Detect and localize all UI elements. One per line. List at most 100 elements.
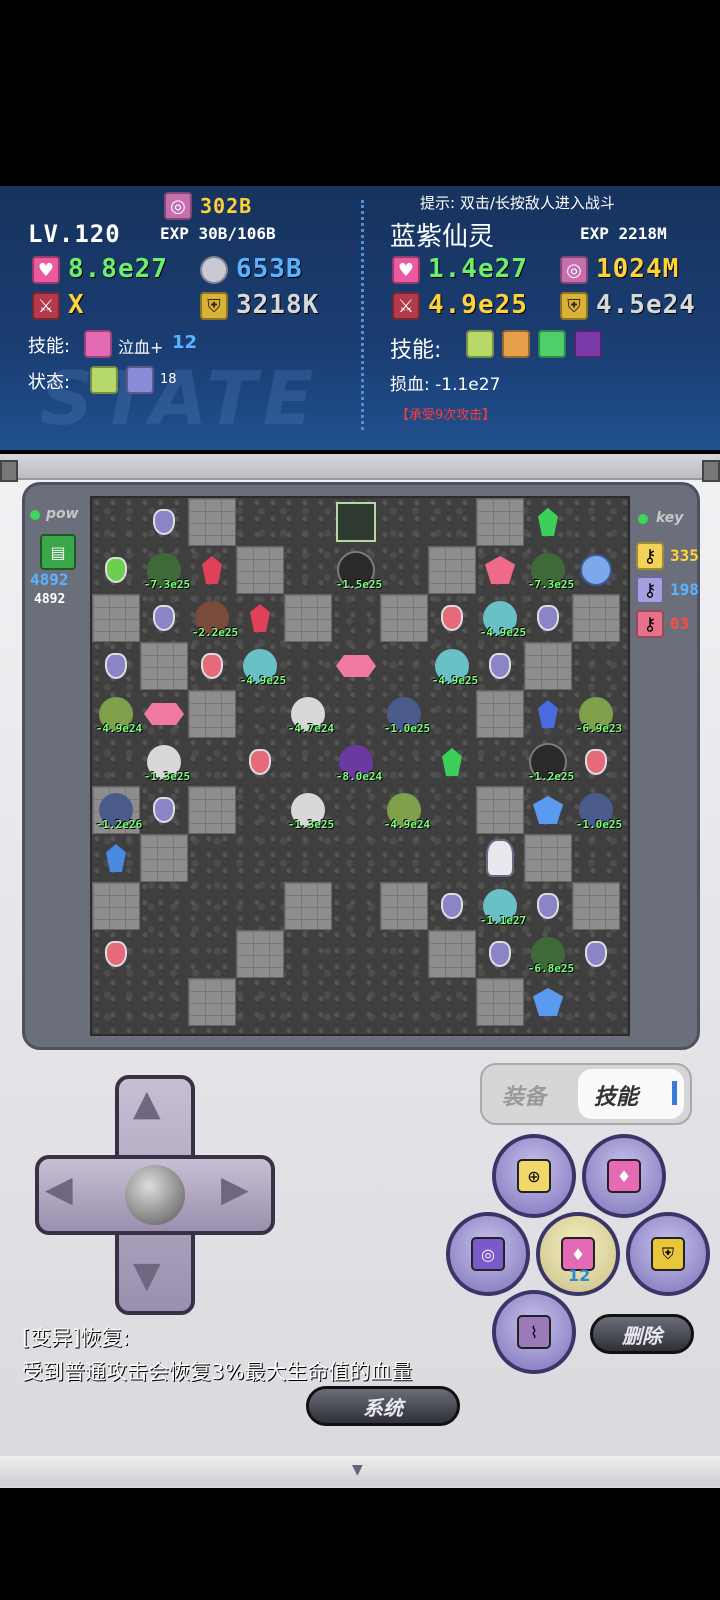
blue-gem[interactable] xyxy=(524,690,572,738)
monster[interactable]: -1.0e25 xyxy=(380,690,430,738)
green-gem[interactable] xyxy=(428,738,476,786)
monster[interactable]: -4.9e25 xyxy=(476,594,526,642)
delete-button[interactable]: 删除 xyxy=(590,1314,694,1354)
tab-equipment[interactable]: 装备 xyxy=(502,1079,546,1111)
potion-item[interactable] xyxy=(92,546,140,594)
battle-hint: 提示: 双击/长按敌人进入战斗 xyxy=(420,194,615,212)
monster[interactable]: -1.0e25 xyxy=(572,786,622,834)
dpad-left-button[interactable]: ◀ xyxy=(45,1169,73,1210)
potion-item[interactable] xyxy=(572,930,620,978)
skill-button-bleed-active[interactable]: ♦ 12 xyxy=(536,1212,620,1296)
red-gem[interactable] xyxy=(236,594,284,642)
potion-item[interactable] xyxy=(524,594,572,642)
status-curse-icon xyxy=(126,366,154,394)
enemy-skill-apple-icon xyxy=(502,330,530,358)
monster-damage-label: -1.2e25 xyxy=(527,770,575,783)
potion-item[interactable] xyxy=(236,738,284,786)
hero-skill-name: 泣血+ xyxy=(118,338,164,357)
enemy-damage-label: 损血: xyxy=(390,375,436,395)
enemy-attack-icon: ⚔ xyxy=(392,292,420,320)
monster[interactable]: -1.2e25 xyxy=(524,738,574,786)
potion-item[interactable] xyxy=(428,594,476,642)
wall-tile xyxy=(572,594,620,642)
skill-button-vortex[interactable]: ◎ xyxy=(446,1212,530,1296)
dpad-up-button[interactable]: ▲ xyxy=(133,1083,161,1124)
monster[interactable]: -1.2e26 xyxy=(92,786,142,834)
stairs-tile[interactable] xyxy=(332,498,380,546)
monster[interactable]: -6.8e25 xyxy=(524,930,574,978)
potion-item[interactable] xyxy=(524,882,572,930)
potion-item[interactable] xyxy=(572,738,620,786)
wall-tile xyxy=(188,498,236,546)
enemy-def: 4.5e24 xyxy=(596,290,696,320)
monster[interactable]: -4.9e25 xyxy=(428,642,478,690)
game-board[interactable]: -7.3e25 -1.5e25 -7.3e25 -2.2e25 -4.9e25 … xyxy=(90,496,630,1036)
monster[interactable]: -1.5e25 xyxy=(332,546,382,594)
dpad-down-button[interactable]: ▼ xyxy=(133,1255,161,1296)
skill-button-bleed[interactable]: ♦ xyxy=(582,1134,666,1218)
monster[interactable]: -4.9e24 xyxy=(92,690,142,738)
potion-item[interactable] xyxy=(428,882,476,930)
monster[interactable]: -8.0e24 xyxy=(332,738,382,786)
red-crystal[interactable] xyxy=(140,690,188,738)
blue-orb[interactable] xyxy=(572,546,620,594)
dpad-right-button[interactable]: ▶ xyxy=(221,1169,249,1210)
skill-button-target[interactable]: ⊕ xyxy=(492,1134,576,1218)
red-gem[interactable] xyxy=(188,546,236,594)
skill-button-claw[interactable]: ⌇ xyxy=(492,1290,576,1374)
potion-item[interactable] xyxy=(92,930,140,978)
monster[interactable]: -4.7e24 xyxy=(284,690,334,738)
frame-top-bar xyxy=(0,454,720,480)
skill-button-shield[interactable]: ⛨ xyxy=(626,1212,710,1296)
book-icon[interactable]: ▤ xyxy=(40,534,76,570)
monster-damage-label: -1.2e26 xyxy=(95,818,143,831)
chevron-down-icon[interactable]: ▼ xyxy=(352,1462,363,1478)
potion-item[interactable] xyxy=(92,642,140,690)
tab-skill[interactable]: 技能 xyxy=(594,1079,638,1111)
monster-damage-label: -4.9e25 xyxy=(239,674,287,687)
tab-skill-indicator xyxy=(672,1081,677,1105)
potion-item[interactable] xyxy=(476,642,524,690)
dpad-center xyxy=(125,1165,185,1225)
potion-item[interactable] xyxy=(188,642,236,690)
frame-right-knob xyxy=(702,460,720,482)
red-key-count: 03 xyxy=(670,614,690,633)
pow-indicator xyxy=(30,510,40,520)
monster-damage-label: -1.5e25 xyxy=(335,578,383,591)
hero-hp: 8.8e27 xyxy=(68,254,168,284)
hero-mdef: 653B xyxy=(236,254,303,284)
monster-damage-label: -6.8e25 xyxy=(527,962,575,975)
hero-atk: X xyxy=(68,290,85,320)
potion-item[interactable] xyxy=(476,930,524,978)
hero-skill-level: 12 xyxy=(172,332,198,353)
potion-item[interactable] xyxy=(140,498,188,546)
monster[interactable]: -6.9e23 xyxy=(572,690,622,738)
monster-damage-label: -2.2e25 xyxy=(191,626,239,639)
monster[interactable]: -1.3e25 xyxy=(284,786,334,834)
red-gem-large[interactable] xyxy=(476,546,524,594)
monster-damage-label: -1.0e25 xyxy=(383,722,431,735)
blue-crystal[interactable] xyxy=(524,978,572,1026)
potion-item[interactable] xyxy=(140,594,188,642)
potion-item[interactable] xyxy=(140,786,188,834)
monster[interactable]: -1.1e27 xyxy=(476,882,526,930)
monster-damage-label: -4.9e24 xyxy=(95,722,143,735)
monster[interactable]: -2.2e25 xyxy=(188,594,238,642)
system-button[interactable]: 系统 xyxy=(306,1386,460,1426)
monster-damage-label: -1.3e25 xyxy=(287,818,335,831)
monster[interactable]: -4.9e25 xyxy=(236,642,286,690)
wall-tile xyxy=(476,690,524,738)
blue-crystal[interactable] xyxy=(524,786,572,834)
monster[interactable]: -7.3e25 xyxy=(140,546,190,594)
red-crystal[interactable] xyxy=(332,642,380,690)
hero-exp: EXP 30B/106B xyxy=(160,224,276,243)
player-character[interactable] xyxy=(476,834,524,882)
green-gem[interactable] xyxy=(524,498,572,546)
monster-damage-label: -4.9e25 xyxy=(479,626,527,639)
blue-gem[interactable] xyxy=(92,834,140,882)
monster[interactable]: -1.3e25 xyxy=(140,738,190,786)
monster[interactable]: -4.9e24 xyxy=(380,786,430,834)
key-indicator xyxy=(638,514,648,524)
wall-tile xyxy=(476,498,524,546)
monster[interactable]: -7.3e25 xyxy=(524,546,574,594)
